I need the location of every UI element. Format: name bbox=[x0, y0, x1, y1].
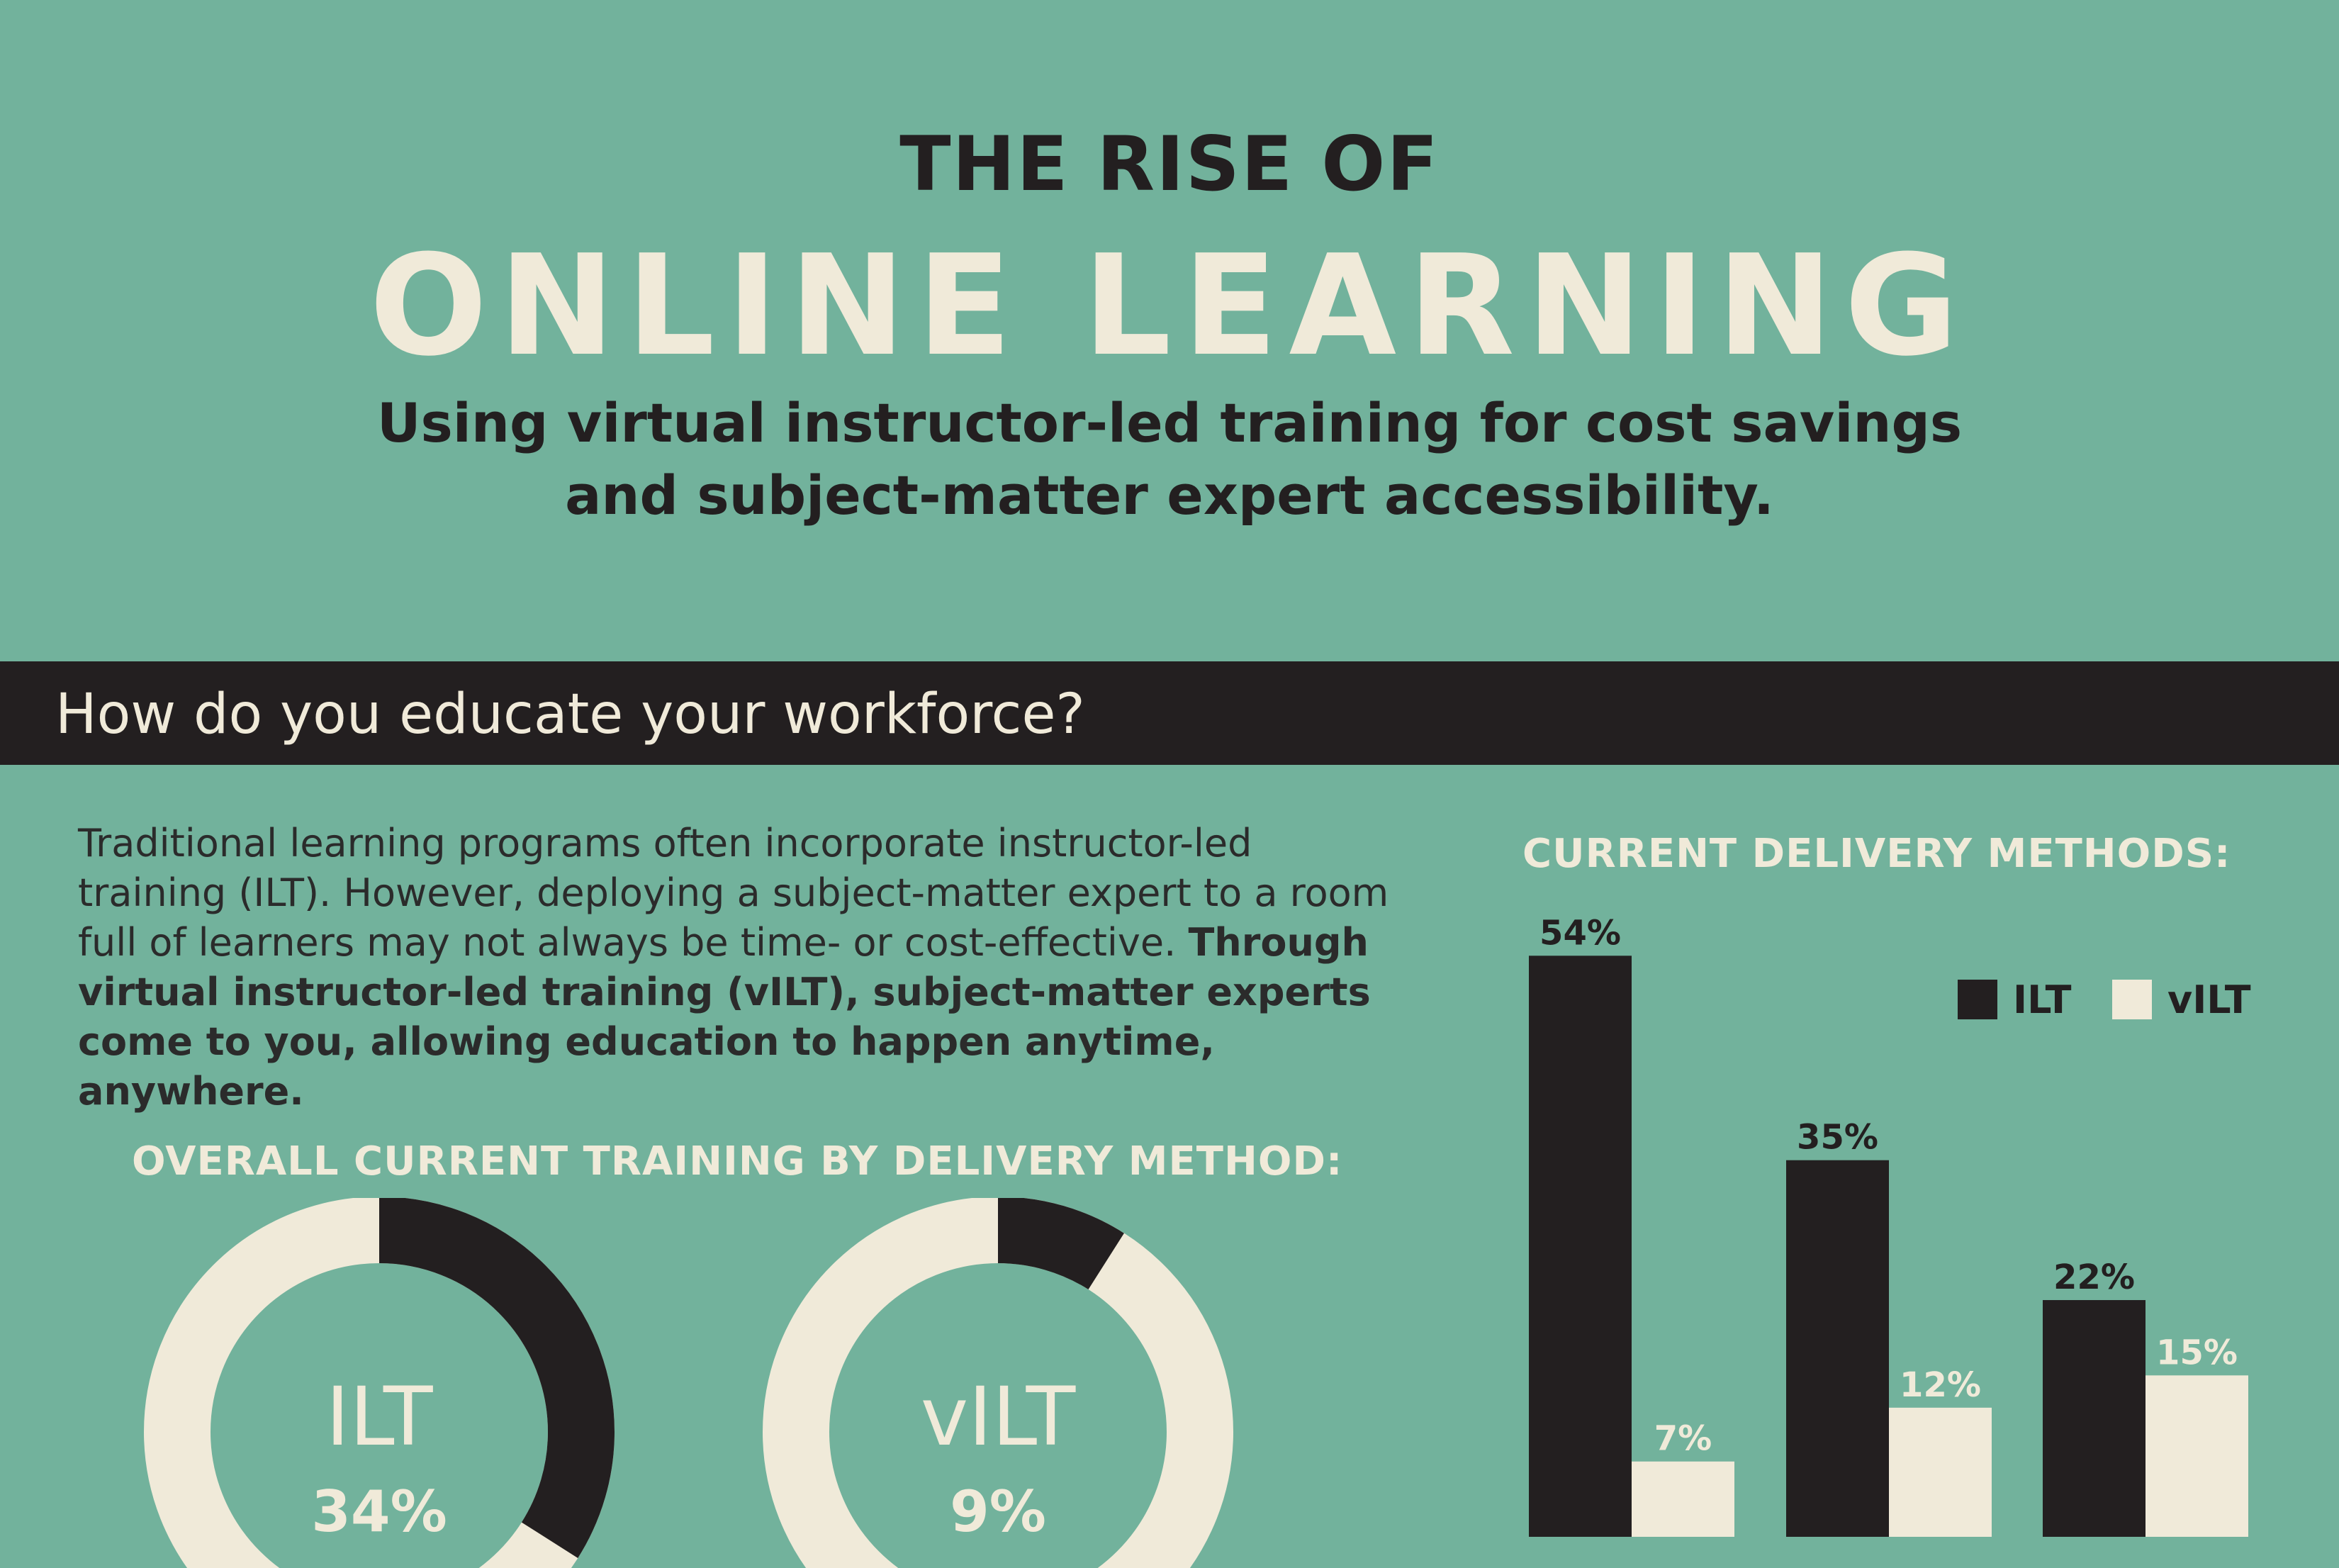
intro-paragraph: Traditional learning programs often inco… bbox=[78, 819, 1410, 1116]
donut-chart-heading: OVERALL CURRENT TRAINING BY DELIVERY MET… bbox=[132, 1138, 1343, 1185]
bar-ilt-1 bbox=[1786, 1160, 1889, 1537]
bar-ilt-2 bbox=[2043, 1300, 2146, 1537]
donut-vilt-value: 9% bbox=[950, 1479, 1046, 1545]
subtitle-line-1: Using virtual instructor-led training fo… bbox=[376, 391, 1963, 454]
donut-ilt: ILT 34% bbox=[144, 1198, 615, 1568]
bar-label-vilt-2: 15% bbox=[2156, 1333, 2238, 1372]
donut-ilt-label: ILT bbox=[325, 1370, 432, 1464]
section-header-bar: How do you educate your workforce? bbox=[0, 661, 2339, 765]
bar-vilt-1 bbox=[1889, 1407, 1992, 1537]
bar-vilt-2 bbox=[2146, 1375, 2248, 1537]
bar-chart: 54% 35% 22% 7% 12% 15% bbox=[1529, 913, 2248, 1537]
bar-label-ilt-0: 54% bbox=[1539, 913, 1621, 953]
donut-vilt: vILT 9% bbox=[763, 1198, 1233, 1568]
bar-label-ilt-1: 35% bbox=[1797, 1118, 1878, 1158]
section-title: How do you educate your workforce? bbox=[55, 683, 1085, 746]
donut-ilt-value: 34% bbox=[311, 1479, 447, 1545]
bar-label-ilt-2: 22% bbox=[2053, 1258, 2135, 1297]
bar-ilt-0 bbox=[1529, 956, 1632, 1537]
bar-vilt-0 bbox=[1632, 1461, 1734, 1537]
subtitle-line-2: and subject-matter expert accessibility. bbox=[565, 464, 1774, 527]
subtitle: Using virtual instructor-led training fo… bbox=[0, 387, 2339, 532]
donut-vilt-label: vILT bbox=[921, 1370, 1076, 1464]
bar-chart-heading: CURRENT DELIVERY METHODS: bbox=[1522, 831, 2231, 877]
donut-charts: ILT 34% vILT 9% bbox=[144, 1198, 1233, 1568]
bar-label-vilt-1: 12% bbox=[1900, 1365, 1981, 1405]
bar-label-vilt-0: 7% bbox=[1654, 1419, 1712, 1459]
page-title: ONLINE LEARNING bbox=[369, 225, 1970, 387]
title-pre: THE RISE OF bbox=[899, 121, 1440, 208]
